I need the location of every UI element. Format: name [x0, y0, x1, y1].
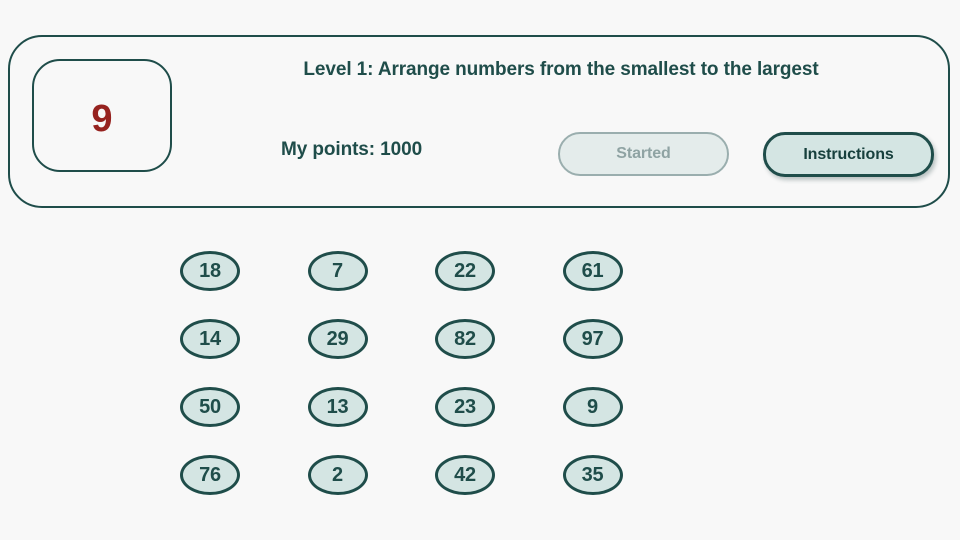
number-bubble[interactable]: 82	[435, 319, 495, 359]
instructions-button[interactable]: Instructions	[763, 132, 934, 177]
number-cell: 76	[180, 455, 308, 495]
number-bubble[interactable]: 13	[307, 387, 368, 427]
number-cell: 13	[307, 387, 436, 427]
number-cell: 22	[435, 251, 563, 291]
header-panel: 9 Level 1: Arrange numbers from the smal…	[8, 35, 950, 208]
number-bubble[interactable]: 61	[562, 251, 623, 291]
number-bubble[interactable]: 35	[562, 455, 623, 495]
number-bubble[interactable]: 23	[435, 387, 495, 427]
number-bubble[interactable]: 18	[180, 251, 240, 291]
number-cell: 97	[562, 319, 691, 359]
number-bubble[interactable]: 22	[435, 251, 495, 291]
started-button[interactable]: Started	[558, 132, 729, 176]
number-bubble[interactable]: 42	[435, 455, 495, 495]
number-bubble[interactable]: 76	[180, 455, 240, 495]
number-bubble[interactable]: 9	[562, 387, 623, 427]
current-number-box: 9	[32, 59, 172, 172]
number-cell: 9	[562, 387, 691, 427]
number-cell: 82	[435, 319, 563, 359]
number-cell: 42	[435, 455, 563, 495]
points-label: My points: 1000	[281, 139, 423, 160]
number-cell: 18	[180, 251, 308, 291]
number-cell: 50	[180, 387, 308, 427]
number-grid-row: 76 2 42 35	[180, 455, 690, 523]
number-bubble[interactable]: 97	[562, 319, 623, 359]
number-grid-row: 18 7 22 61	[180, 251, 690, 319]
number-grid-row: 14 29 82 97	[180, 319, 690, 387]
number-cell: 61	[562, 251, 691, 291]
number-cell: 2	[307, 455, 436, 495]
number-bubble[interactable]: 7	[307, 251, 368, 291]
number-bubble[interactable]: 2	[307, 455, 368, 495]
number-cell: 14	[180, 319, 308, 359]
number-grid-row: 50 13 23 9	[180, 387, 690, 455]
level-title: Level 1: Arrange numbers from the smalle…	[303, 59, 819, 80]
number-bubble[interactable]: 50	[180, 387, 240, 427]
current-number-value: 9	[91, 97, 113, 140]
number-bubble[interactable]: 14	[180, 319, 240, 359]
number-bubble[interactable]: 29	[307, 319, 368, 359]
number-cell: 35	[562, 455, 691, 495]
number-grid: 18 7 22 61 14 29 82 97 50 13 23 9 76 2 4…	[180, 251, 690, 523]
number-cell: 23	[435, 387, 563, 427]
number-cell: 29	[307, 319, 436, 359]
number-cell: 7	[307, 251, 436, 291]
